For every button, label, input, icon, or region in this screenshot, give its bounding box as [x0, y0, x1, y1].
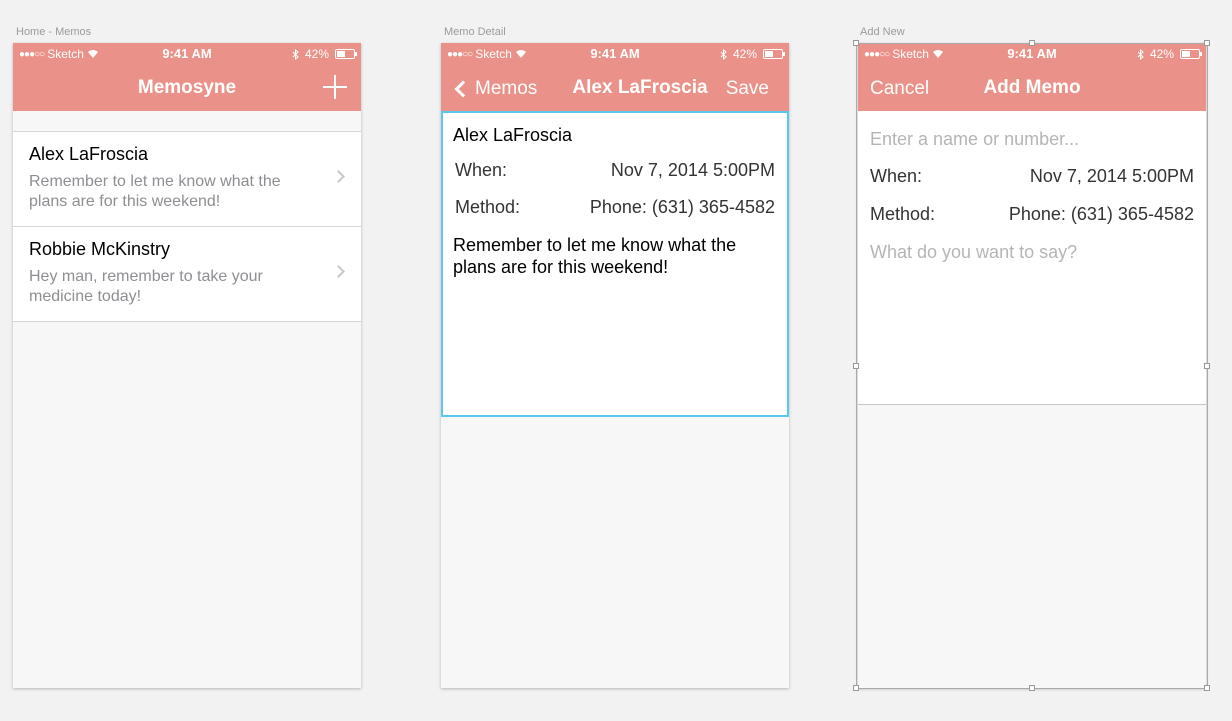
add-screen: ●●●○○ Sketch 9:41 AM 42% Cancel Add Memo…: [858, 43, 1206, 688]
when-row: When: Nov 7, 2014 5:00PM: [453, 160, 777, 181]
when-value[interactable]: Nov 7, 2014 5:00PM: [611, 160, 775, 181]
resize-handle[interactable]: [1204, 363, 1210, 369]
nav-bar: Memosyne: [13, 65, 361, 111]
status-bar: ●●●○○ Sketch 9:41 AM 42%: [858, 43, 1206, 65]
page-title: Add Memo: [983, 77, 1081, 98]
name-input[interactable]: Enter a name or number...: [870, 129, 1194, 150]
memo-list: Alex LaFroscia Remember to let me know w…: [13, 131, 361, 322]
status-bar: ●●●○○ Sketch 9:41 AM 42%: [13, 43, 361, 65]
artboard-label-add: Add New: [860, 26, 905, 38]
resize-handle[interactable]: [1029, 685, 1035, 691]
memo-name: Robbie McKinstry: [29, 239, 171, 259]
method-row: Method: Phone: (631) 365-4582: [453, 197, 777, 218]
nav-bar: Cancel Add Memo: [858, 65, 1206, 111]
bluetooth-icon: [720, 48, 727, 60]
save-button[interactable]: Save: [726, 78, 769, 100]
resize-handle[interactable]: [1204, 40, 1210, 46]
status-bar: ●●●○○ Sketch 9:41 AM 42%: [441, 43, 789, 65]
when-value[interactable]: Nov 7, 2014 5:00PM: [1030, 166, 1194, 187]
method-value[interactable]: Phone: (631) 365-4582: [1009, 204, 1194, 225]
nav-bar: Memos Alex LaFroscia Save: [441, 65, 789, 111]
back-chevron-icon: [454, 80, 472, 98]
memo-detail-card: Alex LaFroscia When: Nov 7, 2014 5:00PM …: [441, 111, 789, 417]
list-item[interactable]: Robbie McKinstry Hey man, remember to ta…: [13, 227, 361, 322]
memo-preview: Remember to let me know what the plans a…: [29, 173, 281, 210]
memo-name: Alex LaFroscia: [453, 125, 573, 145]
resize-handle[interactable]: [1029, 40, 1035, 46]
memo-message[interactable]: Remember to let me know what the plans a…: [453, 234, 777, 278]
battery-percent: 42%: [1149, 47, 1174, 61]
when-row: When: Nov 7, 2014 5:00PM: [870, 166, 1194, 187]
method-label: Method:: [455, 197, 521, 217]
bluetooth-icon: [292, 48, 299, 60]
page-title: Memosyne: [137, 77, 237, 98]
resize-handle[interactable]: [853, 40, 859, 46]
battery-icon: [1180, 49, 1202, 59]
resize-handle[interactable]: [853, 363, 859, 369]
bluetooth-icon: [1137, 48, 1144, 60]
detail-screen: ●●●○○ Sketch 9:41 AM 42% Memos Alex LaFr…: [441, 43, 789, 688]
resize-handle[interactable]: [1204, 685, 1210, 691]
artboard-label-detail: Memo Detail: [444, 26, 506, 38]
battery-icon: [763, 49, 785, 59]
method-row: Method: Phone: (631) 365-4582: [870, 204, 1194, 225]
home-screen: ●●●○○ Sketch 9:41 AM 42% Memosyne Alex L…: [13, 43, 361, 688]
chevron-right-icon: [332, 170, 345, 183]
list-item[interactable]: Alex LaFroscia Remember to let me know w…: [13, 132, 361, 227]
when-label: When:: [455, 160, 508, 180]
memo-name: Alex LaFroscia: [29, 144, 149, 164]
battery-percent: 42%: [732, 47, 757, 61]
battery-percent: 42%: [304, 47, 329, 61]
message-input[interactable]: What do you want to say?: [870, 242, 1194, 263]
when-label: When:: [870, 166, 923, 186]
method-value[interactable]: Phone: (631) 365-4582: [590, 197, 775, 218]
chevron-right-icon: [332, 265, 345, 278]
add-memo-form: Enter a name or number... When: Nov 7, 2…: [858, 111, 1206, 405]
battery-icon: [335, 49, 357, 59]
artboard-label-home: Home - Memos: [16, 26, 92, 38]
method-label: Method:: [870, 204, 936, 224]
resize-handle[interactable]: [853, 685, 859, 691]
plus-icon[interactable]: [323, 75, 347, 99]
memo-preview: Hey man, remember to take your medicine …: [29, 268, 263, 305]
